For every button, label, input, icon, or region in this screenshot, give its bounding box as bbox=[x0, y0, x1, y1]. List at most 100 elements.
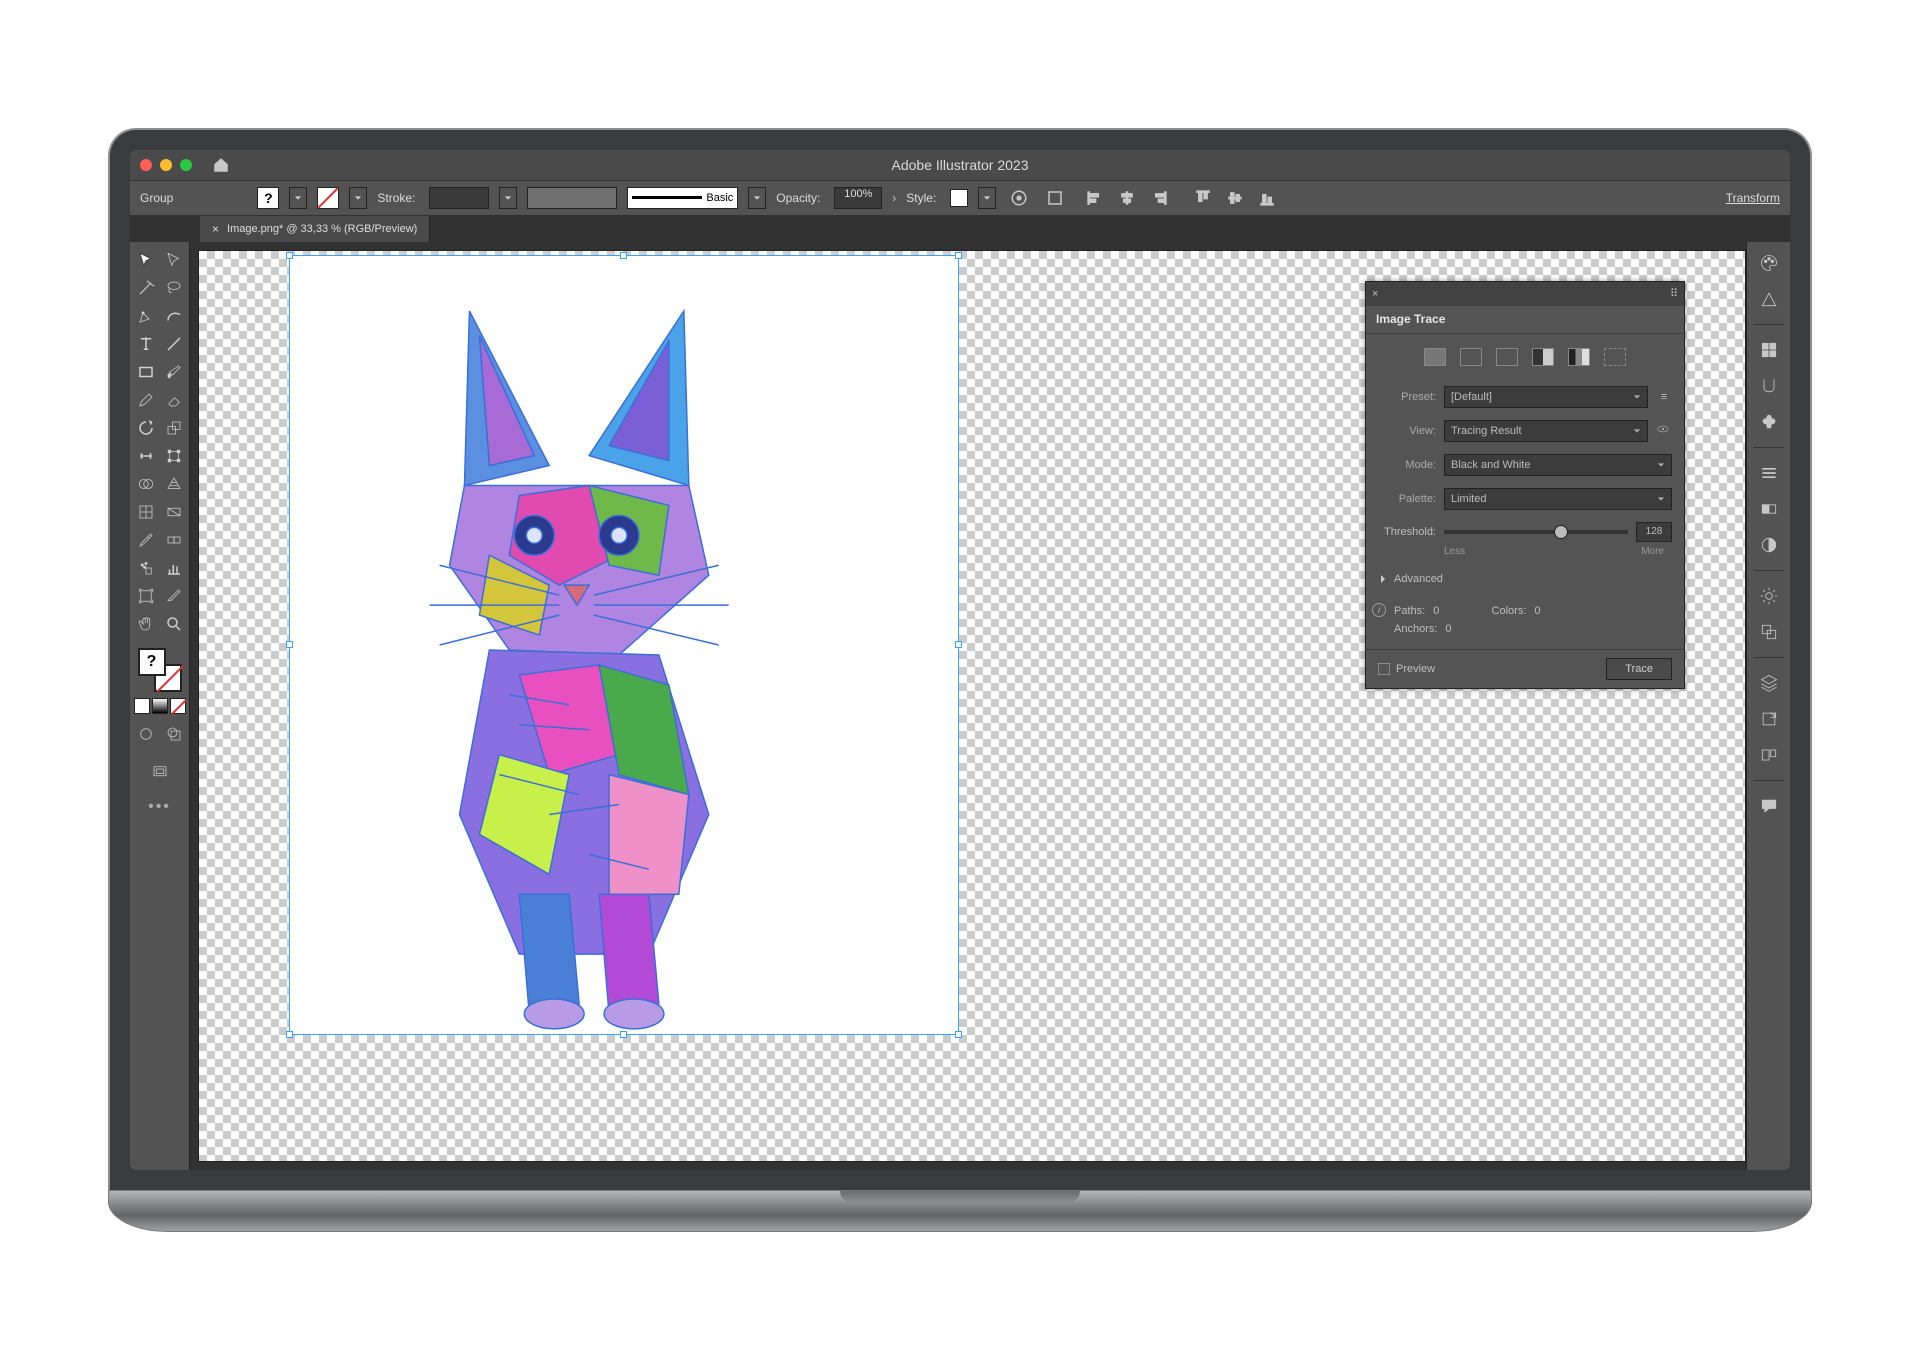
color-guide-panel-button[interactable] bbox=[1758, 288, 1780, 310]
type-tool[interactable] bbox=[132, 330, 160, 358]
home-button[interactable] bbox=[208, 152, 234, 178]
palette-select[interactable]: Limited bbox=[1444, 488, 1672, 510]
artboard[interactable] bbox=[289, 255, 959, 1035]
stroke-weight-input[interactable] bbox=[429, 187, 489, 209]
eraser-tool[interactable] bbox=[160, 386, 188, 414]
direct-selection-tool[interactable] bbox=[160, 246, 188, 274]
scale-tool[interactable] bbox=[160, 414, 188, 442]
appearance-panel-button[interactable] bbox=[1758, 585, 1780, 607]
transform-link[interactable]: Transform bbox=[1726, 191, 1780, 205]
preset-select[interactable]: [Default] bbox=[1444, 386, 1648, 408]
stroke-dropdown[interactable] bbox=[349, 187, 367, 209]
preset-3color[interactable] bbox=[1532, 348, 1554, 366]
slider-thumb[interactable] bbox=[1554, 525, 1568, 539]
graph-tool[interactable] bbox=[160, 554, 188, 582]
preset-low[interactable] bbox=[1496, 348, 1518, 366]
rectangle-tool[interactable] bbox=[132, 358, 160, 386]
stroke-swatch[interactable] bbox=[317, 187, 339, 209]
transparency-panel-button[interactable] bbox=[1758, 534, 1780, 556]
align-vcenter-button[interactable] bbox=[1222, 185, 1248, 211]
artboard-tool[interactable] bbox=[132, 582, 160, 610]
eyedropper-tool[interactable] bbox=[132, 526, 160, 554]
fill-swatch[interactable]: ? bbox=[257, 187, 279, 209]
stroke-panel-button[interactable] bbox=[1758, 462, 1780, 484]
lasso-tool[interactable] bbox=[160, 274, 188, 302]
preset-outline[interactable] bbox=[1604, 348, 1626, 366]
symbols-panel-button[interactable] bbox=[1758, 411, 1780, 433]
gradient-tool[interactable] bbox=[160, 498, 188, 526]
color-panel-button[interactable] bbox=[1758, 252, 1780, 274]
variable-width-profile[interactable] bbox=[527, 187, 617, 209]
shape-builder-tool[interactable] bbox=[132, 470, 160, 498]
mesh-tool[interactable] bbox=[132, 498, 160, 526]
pen-tool[interactable] bbox=[132, 302, 160, 330]
gradient-mode-button[interactable] bbox=[152, 698, 168, 714]
screen-mode-button[interactable] bbox=[146, 758, 174, 786]
symbol-sprayer-tool[interactable] bbox=[132, 554, 160, 582]
align-left-button[interactable] bbox=[1082, 185, 1108, 211]
brush-preview[interactable] bbox=[632, 191, 702, 205]
align-top-button[interactable] bbox=[1190, 185, 1216, 211]
document-tab[interactable]: × Image.png* @ 33,33 % (RGB/Preview) bbox=[200, 216, 430, 242]
comments-panel-button[interactable] bbox=[1758, 795, 1780, 817]
advanced-toggle[interactable]: Advanced bbox=[1378, 569, 1672, 589]
layers-panel-button[interactable] bbox=[1758, 672, 1780, 694]
brush-dropdown[interactable] bbox=[748, 187, 766, 209]
style-swatch[interactable] bbox=[950, 189, 968, 207]
perspective-grid-tool[interactable] bbox=[160, 470, 188, 498]
align-right-button[interactable] bbox=[1146, 185, 1172, 211]
brushes-panel-button[interactable] bbox=[1758, 375, 1780, 397]
threshold-slider[interactable] bbox=[1444, 530, 1628, 534]
recolor-button[interactable] bbox=[1006, 185, 1032, 211]
gradient-panel-button[interactable] bbox=[1758, 498, 1780, 520]
align-hcenter-button[interactable] bbox=[1114, 185, 1140, 211]
align-bottom-button[interactable] bbox=[1254, 185, 1280, 211]
graphic-styles-panel-button[interactable] bbox=[1758, 621, 1780, 643]
fill-color[interactable]: ? bbox=[138, 648, 166, 676]
swatches-panel-button[interactable] bbox=[1758, 339, 1780, 361]
selection-tool[interactable] bbox=[132, 246, 160, 274]
fill-stroke-control[interactable]: ? bbox=[138, 648, 182, 692]
preset-high[interactable] bbox=[1460, 348, 1482, 366]
mode-select[interactable]: Black and White bbox=[1444, 454, 1672, 476]
preset-auto[interactable] bbox=[1424, 348, 1446, 366]
maximize-window-button[interactable] bbox=[180, 159, 192, 171]
close-window-button[interactable] bbox=[140, 159, 152, 171]
opacity-input[interactable]: 100% bbox=[834, 187, 882, 209]
shaper-tool[interactable] bbox=[132, 386, 160, 414]
none-mode-button[interactable] bbox=[170, 698, 186, 714]
paintbrush-tool[interactable] bbox=[160, 358, 188, 386]
asset-export-panel-button[interactable] bbox=[1758, 708, 1780, 730]
curvature-tool[interactable] bbox=[160, 302, 188, 330]
edit-toolbar-button[interactable]: ••• bbox=[148, 798, 171, 816]
line-tool[interactable] bbox=[160, 330, 188, 358]
panel-grip[interactable]: ⠿ bbox=[1670, 287, 1678, 300]
free-transform-tool[interactable] bbox=[160, 442, 188, 470]
minimize-window-button[interactable] bbox=[160, 159, 172, 171]
width-tool[interactable] bbox=[132, 442, 160, 470]
align-to-button[interactable] bbox=[1042, 185, 1068, 211]
view-toggle-button[interactable] bbox=[1656, 422, 1672, 439]
stroke-weight-dropdown[interactable] bbox=[499, 187, 517, 209]
close-panel-button[interactable]: × bbox=[1372, 288, 1378, 300]
threshold-value[interactable]: 128 bbox=[1636, 522, 1672, 542]
close-tab-button[interactable]: × bbox=[212, 222, 219, 236]
hand-tool[interactable] bbox=[132, 610, 160, 638]
artboards-panel-button[interactable] bbox=[1758, 744, 1780, 766]
preset-6color[interactable] bbox=[1568, 348, 1590, 366]
preset-menu-button[interactable]: ≡ bbox=[1656, 391, 1672, 403]
style-dropdown[interactable] bbox=[978, 187, 996, 209]
color-mode-button[interactable] bbox=[134, 698, 150, 714]
fill-dropdown[interactable] bbox=[289, 187, 307, 209]
slice-tool[interactable] bbox=[160, 582, 188, 610]
view-select[interactable]: Tracing Result bbox=[1444, 420, 1648, 442]
canvas[interactable]: × ⠿ Image Trace bbox=[198, 250, 1746, 1162]
preview-checkbox[interactable]: Preview bbox=[1378, 663, 1435, 675]
blend-tool[interactable] bbox=[160, 526, 188, 554]
rotate-tool[interactable] bbox=[132, 414, 160, 442]
trace-button[interactable]: Trace bbox=[1606, 658, 1672, 680]
drawing-mode-normal[interactable] bbox=[132, 720, 160, 748]
magic-wand-tool[interactable] bbox=[132, 274, 160, 302]
zoom-tool[interactable] bbox=[160, 610, 188, 638]
drawing-mode-behind[interactable] bbox=[160, 720, 188, 748]
